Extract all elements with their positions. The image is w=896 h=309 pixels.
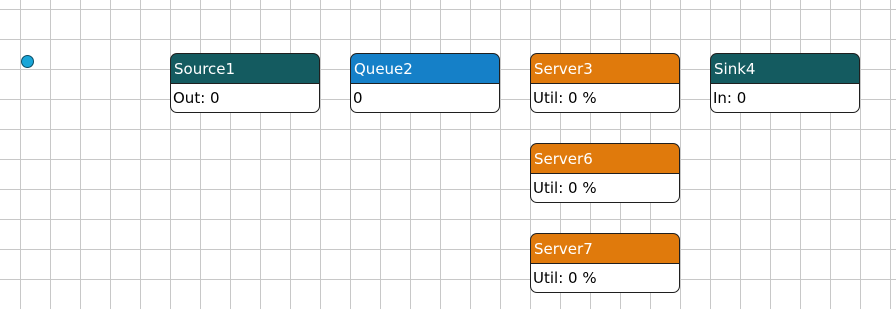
block-statistic: Util: 0 % <box>530 83 680 113</box>
block-title: Server6 <box>530 143 680 173</box>
block-statistic: Out: 0 <box>170 83 320 113</box>
block-statistic: Util: 0 % <box>530 173 680 203</box>
origin-point-marker[interactable] <box>21 55 34 68</box>
source1-block[interactable]: Source1 Out: 0 <box>170 53 320 113</box>
block-title: Queue2 <box>350 53 500 83</box>
block-title: Sink4 <box>710 53 860 83</box>
server6-block[interactable]: Server6 Util: 0 % <box>530 143 680 203</box>
block-title: Source1 <box>170 53 320 83</box>
queue2-block[interactable]: Queue2 0 <box>350 53 500 113</box>
block-title: Server3 <box>530 53 680 83</box>
block-statistic: Util: 0 % <box>530 263 680 293</box>
block-statistic: In: 0 <box>710 83 860 113</box>
block-statistic: 0 <box>350 83 500 113</box>
model-canvas[interactable]: Source1 Out: 0 Queue2 0 Server3 Util: 0 … <box>0 0 896 309</box>
server3-block[interactable]: Server3 Util: 0 % <box>530 53 680 113</box>
block-title: Server7 <box>530 233 680 263</box>
server7-block[interactable]: Server7 Util: 0 % <box>530 233 680 293</box>
sink4-block[interactable]: Sink4 In: 0 <box>710 53 860 113</box>
